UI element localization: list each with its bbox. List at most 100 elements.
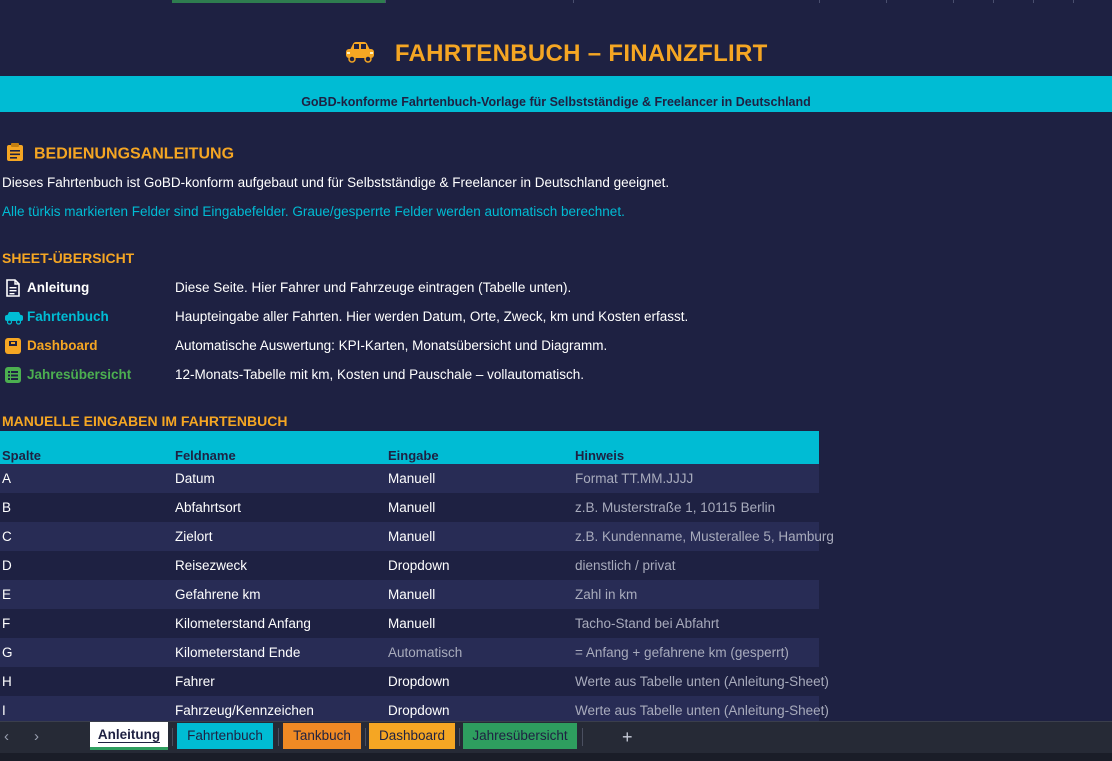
- cell-spalte[interactable]: C: [2, 529, 12, 544]
- document-icon: [4, 279, 22, 297]
- status-bar: [0, 753, 1112, 761]
- overview-heading: SHEET-ÜBERSICHT: [2, 250, 135, 266]
- column-header-strip: [0, 0, 1112, 3]
- tab-label: Tankbuch: [293, 728, 351, 743]
- table-row[interactable]: E Gefahrene km Manuell Zahl in km: [0, 580, 1112, 609]
- cell-spalte[interactable]: F: [2, 616, 10, 631]
- table-header: Spalte Feldname Eingabe Hinweis: [0, 431, 819, 464]
- table-row[interactable]: A Datum Manuell Format TT.MM.JJJJ: [0, 464, 1112, 493]
- cell-feldname[interactable]: Zielort: [175, 529, 213, 544]
- title-row: FAHRTENBUCH – FINANZFLIRT: [0, 40, 1112, 76]
- overview-item-jahresuebersicht: Jahresübersicht 12-Monats-Tabelle mit km…: [0, 360, 820, 389]
- table-icon: [4, 366, 22, 384]
- header-seg: [385, 0, 574, 3]
- overview-item-desc: Haupteingabe aller Fahrten. Hier werden …: [175, 309, 689, 324]
- cell-spalte[interactable]: I: [2, 703, 6, 718]
- column-header: Spalte: [2, 448, 42, 463]
- cell-eingabe[interactable]: Dropdown: [388, 674, 450, 689]
- overview-item-name: Anleitung: [27, 280, 90, 295]
- cell-eingabe[interactable]: Dropdown: [388, 703, 450, 718]
- car-icon: [4, 308, 23, 326]
- overview-item-desc: 12-Monats-Tabelle mit km, Kosten und Pau…: [175, 367, 584, 382]
- car-icon: [344, 41, 376, 68]
- cell-feldname[interactable]: Kilometerstand Anfang: [175, 616, 311, 631]
- header-seg: [819, 0, 887, 3]
- overview-item-name: Fahrtenbuch: [27, 309, 109, 324]
- page-subtitle: GoBD-konforme Fahrtenbuch-Vorlage für Se…: [301, 95, 811, 109]
- cell-hinweis[interactable]: Werte aus Tabelle unten (Anleitung-Sheet…: [575, 703, 829, 718]
- cell-hinweis[interactable]: Zahl in km: [575, 587, 637, 602]
- cell-spalte[interactable]: G: [2, 645, 13, 660]
- manual-heading: MANUELLE EINGABEN IM FAHRTENBUCH: [2, 413, 288, 429]
- table-row[interactable]: B Abfahrtsort Manuell z.B. Musterstraße …: [0, 493, 1112, 522]
- overview-item-name: Dashboard: [27, 338, 98, 353]
- cell-spalte[interactable]: B: [2, 500, 11, 515]
- add-sheet-icon[interactable]: +: [622, 727, 633, 748]
- cell-feldname[interactable]: Reisezweck: [175, 558, 247, 573]
- cell-eingabe[interactable]: Manuell: [388, 587, 435, 602]
- sheet-tab-bar: ‹ › Anleitung Fahrtenbuch Tankbuch Dashb…: [0, 721, 1112, 753]
- tab-dashboard[interactable]: Dashboard: [369, 723, 455, 749]
- tab-separator: [172, 728, 173, 746]
- column-header: Feldname: [175, 448, 236, 463]
- cell-eingabe[interactable]: Automatisch: [388, 645, 462, 660]
- table-row[interactable]: D Reisezweck Dropdown dienstlich / priva…: [0, 551, 1112, 580]
- cell-hinweis[interactable]: dienstlich / privat: [575, 558, 676, 573]
- overview-item-anleitung: Anleitung Diese Seite. Hier Fahrer und F…: [0, 273, 820, 302]
- cell-spalte[interactable]: D: [2, 558, 12, 573]
- tab-fahrtenbuch[interactable]: Fahrtenbuch: [177, 723, 273, 749]
- overview-item-desc: Diese Seite. Hier Fahrer und Fahrzeuge e…: [175, 280, 572, 295]
- cell-spalte[interactable]: H: [2, 674, 12, 689]
- chevron-right-icon[interactable]: ›: [34, 728, 39, 745]
- cell-hinweis[interactable]: Werte aus Tabelle unten (Anleitung-Sheet…: [575, 674, 829, 689]
- cell-feldname[interactable]: Datum: [175, 471, 215, 486]
- instructions-line-1: Dieses Fahrtenbuch ist GoBD-konform aufg…: [2, 175, 670, 190]
- header-seg: [1033, 0, 1074, 3]
- instructions-heading-text: BEDIENUNGSANLEITUNG: [34, 145, 235, 163]
- cell-eingabe[interactable]: Manuell: [388, 500, 435, 515]
- tab-label: Jahresübersicht: [472, 728, 568, 743]
- cell-eingabe[interactable]: Dropdown: [388, 558, 450, 573]
- cell-hinweis[interactable]: = Anfang + gefahrene km (gesperrt): [575, 645, 789, 660]
- cell-feldname[interactable]: Fahrzeug/Kennzeichen: [175, 703, 314, 718]
- tab-label: Anleitung: [97, 727, 161, 743]
- table-row[interactable]: C Zielort Manuell z.B. Kundenname, Muste…: [0, 522, 1112, 551]
- header-seg: [886, 0, 954, 3]
- tab-separator: [582, 728, 583, 746]
- overview-item-fahrtenbuch: Fahrtenbuch Haupteingabe aller Fahrten. …: [0, 302, 820, 331]
- cell-hinweis[interactable]: Tacho-Stand bei Abfahrt: [575, 616, 719, 631]
- cell-feldname[interactable]: Abfahrtsort: [175, 500, 241, 515]
- overview-item-name: Jahresübersicht: [27, 367, 132, 382]
- cell-eingabe[interactable]: Manuell: [388, 616, 435, 631]
- table-row[interactable]: H Fahrer Dropdown Werte aus Tabelle unte…: [0, 667, 1112, 696]
- tab-separator: [459, 728, 460, 746]
- manual-table: Spalte Feldname Eingabe Hinweis A Datum …: [0, 431, 1112, 725]
- dashboard-icon: [4, 337, 22, 355]
- cell-eingabe[interactable]: Manuell: [388, 471, 435, 486]
- cell-spalte[interactable]: E: [2, 587, 11, 602]
- header-seg: [953, 0, 994, 3]
- tab-jahresuebersicht[interactable]: Jahresübersicht: [463, 723, 577, 749]
- tab-tankbuch[interactable]: Tankbuch: [283, 723, 361, 749]
- instructions-heading: BEDIENUNGSANLEITUNG: [6, 142, 234, 167]
- tab-separator: [365, 728, 366, 746]
- cell-hinweis[interactable]: z.B. Musterstraße 1, 10115 Berlin: [575, 500, 775, 515]
- column-header: Hinweis: [575, 448, 625, 463]
- overview-item-desc: Automatische Auswertung: KPI-Karten, Mon…: [175, 338, 608, 353]
- cell-feldname[interactable]: Kilometerstand Ende: [175, 645, 300, 660]
- cell-feldname[interactable]: Fahrer: [175, 674, 215, 689]
- chevron-left-icon[interactable]: ‹: [4, 728, 9, 745]
- header-seg: [993, 0, 1034, 3]
- cell-hinweis[interactable]: z.B. Kundenname, Musterallee 5, Hamburg: [575, 529, 834, 544]
- cell-hinweis[interactable]: Format TT.MM.JJJJ: [575, 471, 693, 486]
- overview-item-dashboard: Dashboard Automatische Auswertung: KPI-K…: [0, 331, 820, 360]
- tab-anleitung[interactable]: Anleitung: [90, 722, 168, 750]
- cell-feldname[interactable]: Gefahrene km: [175, 587, 261, 602]
- header-seg: [0, 0, 386, 3]
- table-row[interactable]: F Kilometerstand Anfang Manuell Tacho-St…: [0, 609, 1112, 638]
- table-row[interactable]: G Kilometerstand Ende Automatisch = Anfa…: [0, 638, 1112, 667]
- cell-spalte[interactable]: A: [2, 471, 11, 486]
- tab-separator: [278, 728, 279, 746]
- cell-eingabe[interactable]: Manuell: [388, 529, 435, 544]
- clipboard-icon: [6, 142, 24, 167]
